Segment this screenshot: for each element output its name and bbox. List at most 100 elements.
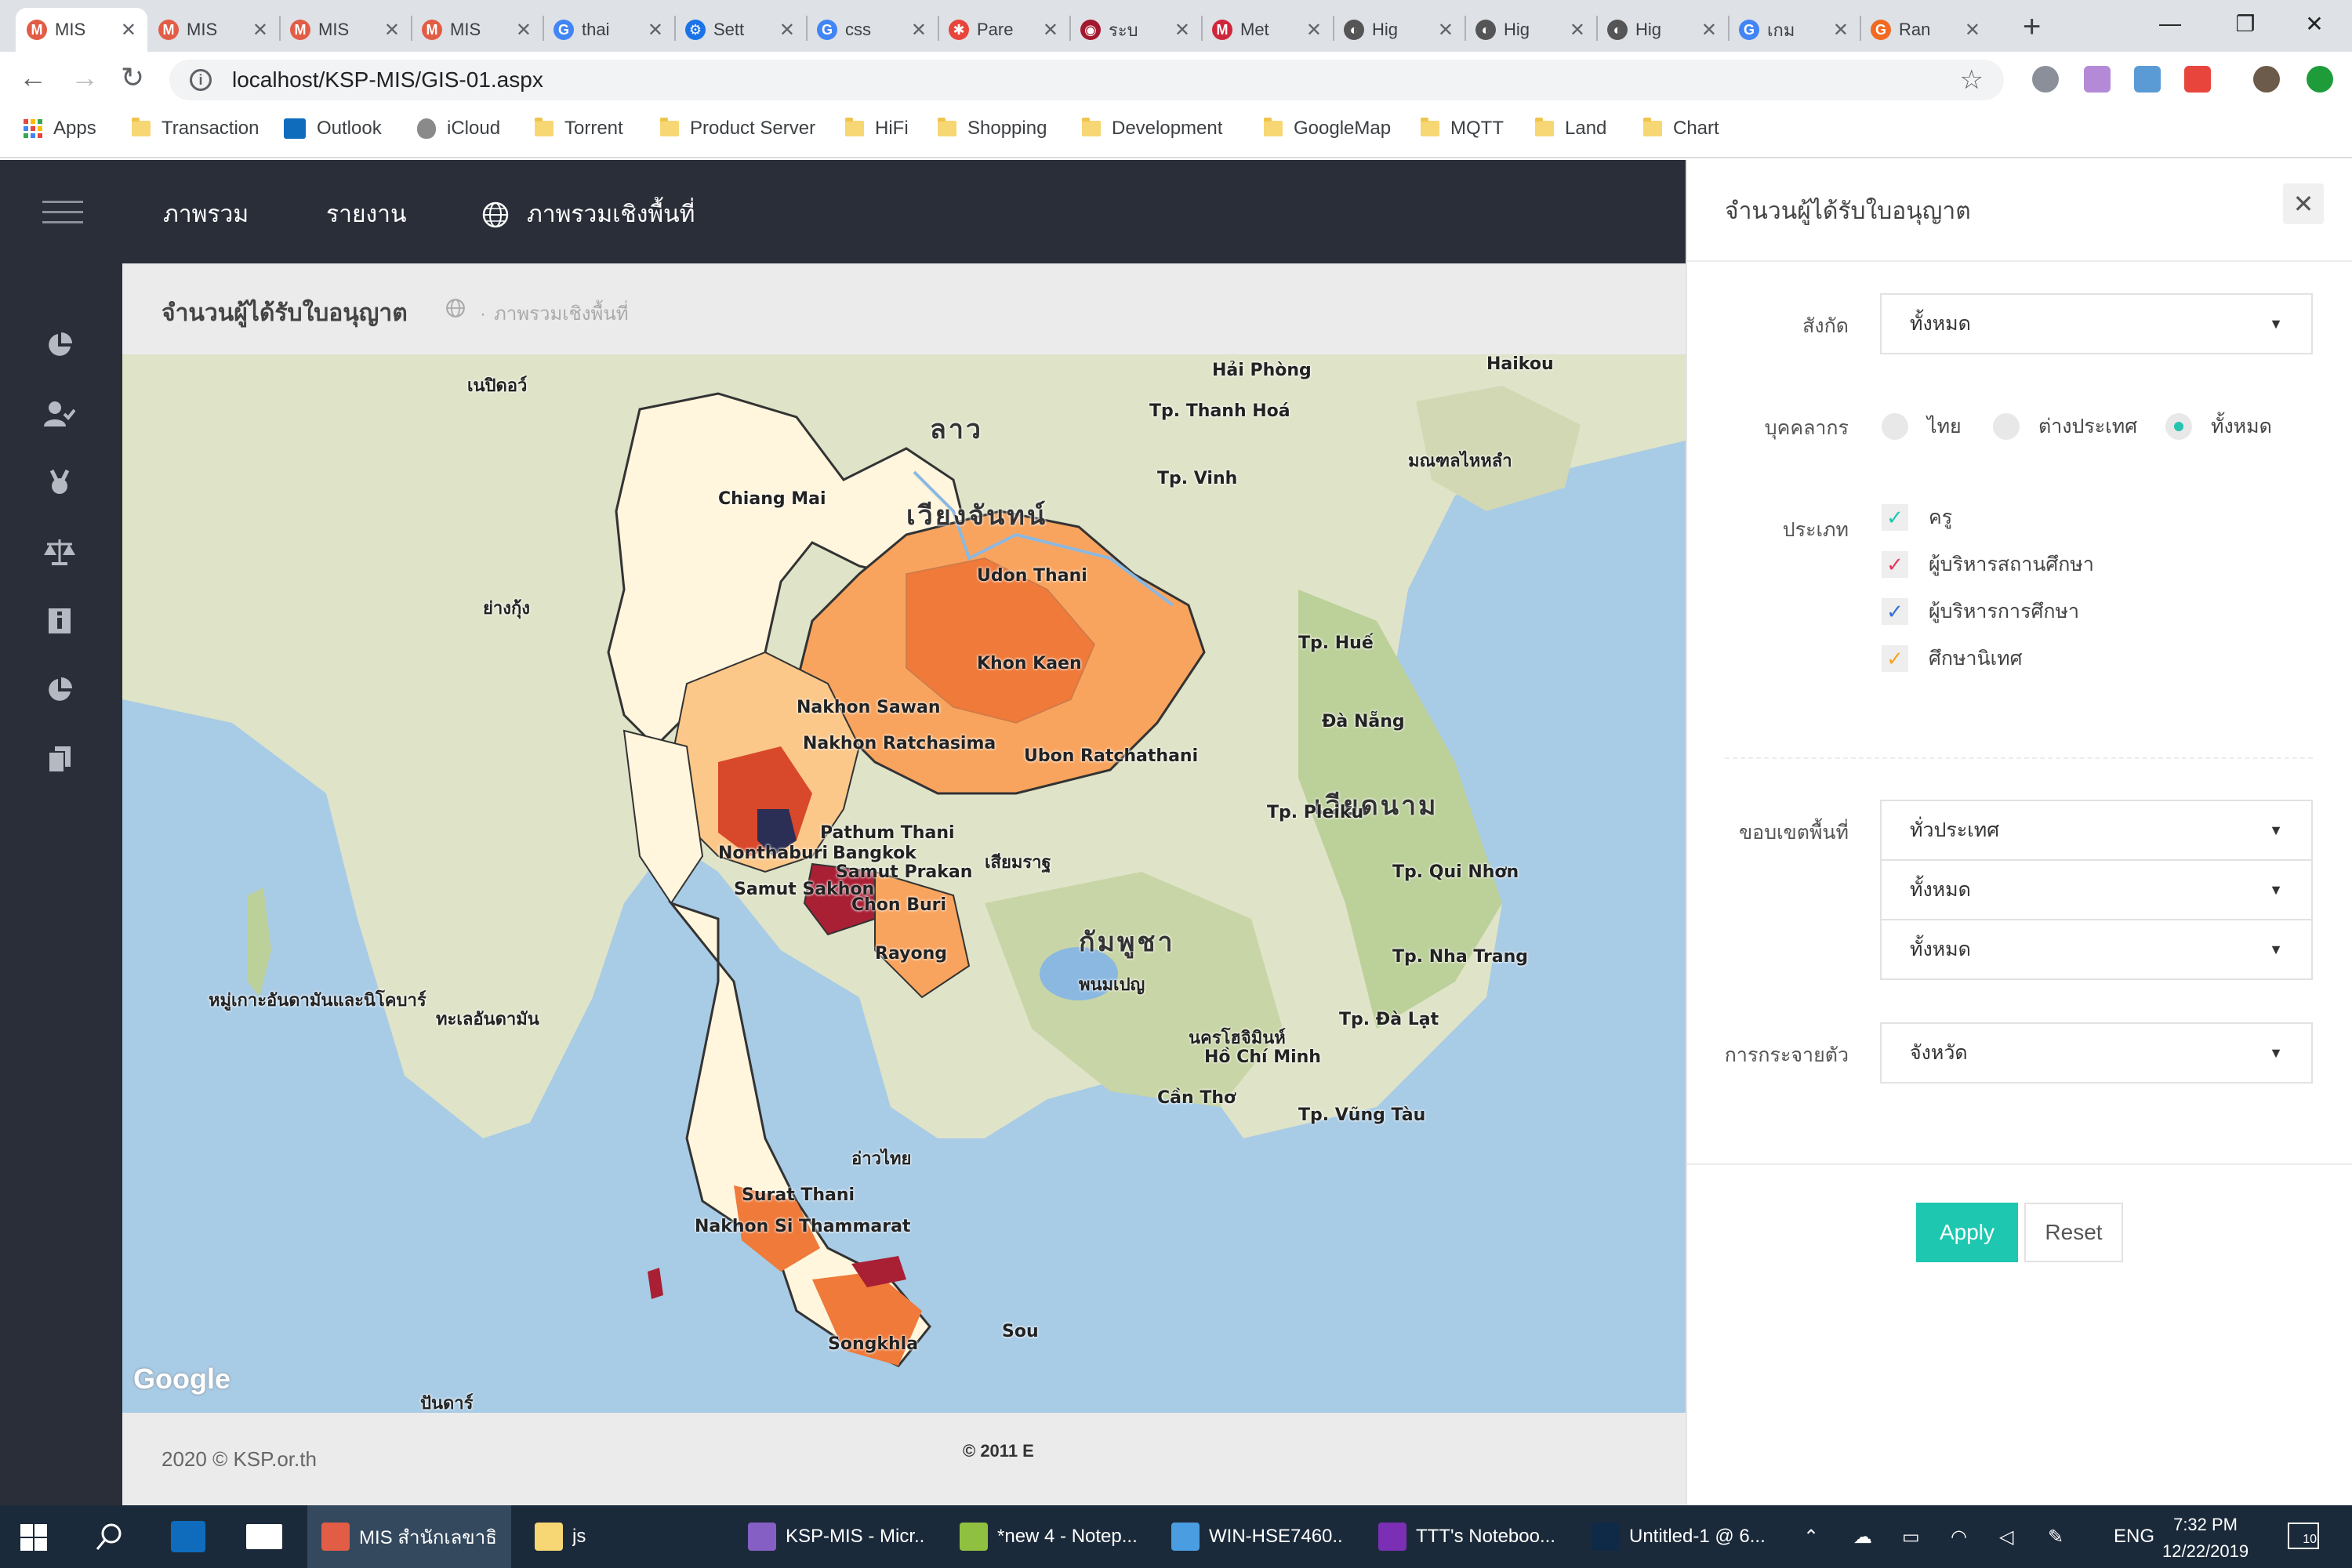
award-icon[interactable] [44,467,75,499]
radio-foreign[interactable]: ต่างประเทศ [1993,411,2137,442]
tab-close-icon[interactable]: ✕ [1965,19,1980,42]
browser-tab[interactable]: M MIS ✕ [411,8,543,52]
pie-chart-alt-icon[interactable] [44,674,75,706]
bookmark-folder[interactable]: MQTT [1421,118,1504,140]
apply-button[interactable]: Apply [1916,1203,2018,1262]
panel-close-button[interactable]: ✕ [2283,183,2324,224]
radio-all-dot[interactable] [2165,413,2192,440]
check-icon[interactable]: ✓ [1882,645,1908,672]
forward-button[interactable]: → [71,61,99,94]
taskbar-app[interactable]: KSP-MIS - Micr... [734,1505,939,1568]
tab-close-icon[interactable]: ✕ [1306,19,1322,42]
map-canvas[interactable] [122,354,1686,1413]
address-bar[interactable]: i localhost/KSP-MIS/GIS-01.aspx ☆ [169,60,2004,100]
reset-button[interactable]: Reset [2024,1203,2123,1262]
pen-icon[interactable]: ✎ [2048,1505,2063,1568]
bookmark-folder[interactable]: Transaction [132,118,260,140]
radio-thai[interactable]: ไทย [1882,411,1962,442]
tray-chevron-icon[interactable]: ⌃ [1803,1505,1819,1568]
taskbar-app[interactable]: js [521,1505,724,1568]
taskbar-app[interactable]: TTT's Noteboo... [1364,1505,1570,1568]
taskbar-app[interactable]: MIS สำนักเลขาธิ... [307,1505,511,1568]
radio-thai-dot[interactable] [1882,413,1908,440]
bookmark-folder[interactable]: Product Server [660,118,815,140]
bookmark-folder[interactable]: HiFi [845,118,909,140]
taskbar-app[interactable]: *new 4 - Notep... [946,1505,1151,1568]
update-icon[interactable] [2307,66,2333,93]
bookmark-apps[interactable]: Apps [24,118,96,140]
nav-geo-overview[interactable]: ภาพรวมเชิงพื้นที่ [481,196,695,233]
choropleth-map[interactable]: ลาว เวียงจันทน์ กัมพูชา เวียดนาม Chiang Mai U… [122,354,1686,1413]
tab-close-icon[interactable]: ✕ [779,19,795,42]
tab-close-icon[interactable]: ✕ [1174,19,1190,42]
wifi-icon[interactable]: ◠ [1951,1505,1967,1568]
close-window-button[interactable]: ✕ [2277,0,2352,47]
browser-tab[interactable]: ◐ Hig ✕ [1596,8,1728,52]
restore-button[interactable]: ❐ [2208,0,2283,47]
tab-close-icon[interactable]: ✕ [648,19,663,42]
area-region-select[interactable]: ทั้งหมด ▼ [1880,859,2313,920]
notification-center-icon[interactable]: 10 [2288,1523,2319,1549]
minimize-button[interactable]: — [2132,0,2208,47]
copy-icon[interactable] [44,743,75,775]
outlook-taskbar-icon[interactable] [171,1521,205,1552]
bookmark-folder[interactable]: Development [1082,118,1222,140]
bookmark-folder[interactable]: Chart [1643,118,1719,140]
affiliation-select[interactable]: ทั้งหมด ▼ [1880,293,2313,354]
tab-close-icon[interactable]: ✕ [384,19,400,42]
tab-close-icon[interactable]: ✕ [1438,19,1454,42]
check-icon[interactable]: ✓ [1882,504,1908,531]
volume-icon[interactable]: ◁ [1999,1505,2013,1568]
tab-close-icon[interactable]: ✕ [911,19,927,42]
tab-close-icon[interactable]: ✕ [252,19,268,42]
onedrive-icon[interactable]: ☁ [1853,1505,1872,1568]
url-text[interactable]: localhost/KSP-MIS/GIS-01.aspx [232,67,543,93]
pie-chart-icon[interactable] [44,329,75,361]
extension-window-icon[interactable] [2134,66,2161,93]
info-icon[interactable]: i [190,69,212,91]
type-checkbox[interactable]: ✓ ผู้บริหารสถานศึกษา [1882,549,2094,580]
back-button[interactable]: ← [19,61,47,94]
windows-start-icon[interactable] [20,1524,47,1555]
bookmark-apple[interactable]: iCloud [417,118,500,140]
extension-s-icon[interactable] [2184,66,2211,93]
tab-close-icon[interactable]: ✕ [1043,19,1058,42]
type-checkbox[interactable]: ✓ ผู้บริหารการศึกษา [1882,596,2079,627]
breadcrumb[interactable]: · ภาพรวมเชิงพื้นที่ [480,298,629,328]
distribution-select[interactable]: จังหวัด ▼ [1880,1022,2313,1083]
browser-tab[interactable]: Gthai ✕ [543,8,674,52]
browser-tab[interactable]: ✱ Pare ✕ [938,8,1069,52]
balance-scale-icon[interactable] [44,536,75,568]
extension-gear-icon[interactable] [2032,66,2059,93]
tab-close-icon[interactable]: ✕ [1833,19,1849,42]
id-card-icon[interactable] [44,605,75,637]
taskbar-app[interactable]: Untitled-1 @ 6... [1577,1505,1781,1568]
browser-tab[interactable]: ◐ Hig ✕ [1333,8,1465,52]
browser-tab[interactable]: M Met ✕ [1201,8,1333,52]
search-icon[interactable] [96,1523,124,1555]
check-icon[interactable]: ✓ [1882,551,1908,578]
menu-icon[interactable] [42,201,83,224]
bookmark-star-icon[interactable]: ☆ [1960,64,1984,96]
tab-close-icon[interactable]: ✕ [1701,19,1717,42]
browser-tab[interactable]: M MIS ✕ [147,8,279,52]
battery-icon[interactable]: ▭ [1902,1505,1920,1568]
language-indicator[interactable]: ENG [2114,1505,2154,1568]
browser-tab[interactable]: M MIS ✕ [279,8,411,52]
profile-avatar[interactable] [2253,66,2280,93]
browser-tab[interactable]: ◐ Hig ✕ [1465,8,1596,52]
tab-close-icon[interactable]: ✕ [121,19,136,42]
taskbar-app[interactable]: WIN-HSE7460... [1157,1505,1358,1568]
extension-pdf-icon[interactable] [2084,66,2111,93]
radio-all[interactable]: ทั้งหมด [2165,411,2272,442]
type-checkbox[interactable]: ✓ ศึกษานิเทศ [1882,643,2023,674]
tab-close-icon[interactable]: ✕ [516,19,532,42]
user-check-icon[interactable] [44,398,75,430]
area-province-select[interactable]: ทั้งหมด ▼ [1880,919,2313,980]
bookmark-folder[interactable]: Shopping [938,118,1047,140]
browser-tab[interactable]: M MIS ✕ [16,8,147,52]
bookmark-folder[interactable]: Torrent [535,118,623,140]
radio-foreign-dot[interactable] [1993,413,2020,440]
bookmark-folder[interactable]: Land [1535,118,1606,140]
browser-tab[interactable]: ⚙ Sett ✕ [674,8,806,52]
